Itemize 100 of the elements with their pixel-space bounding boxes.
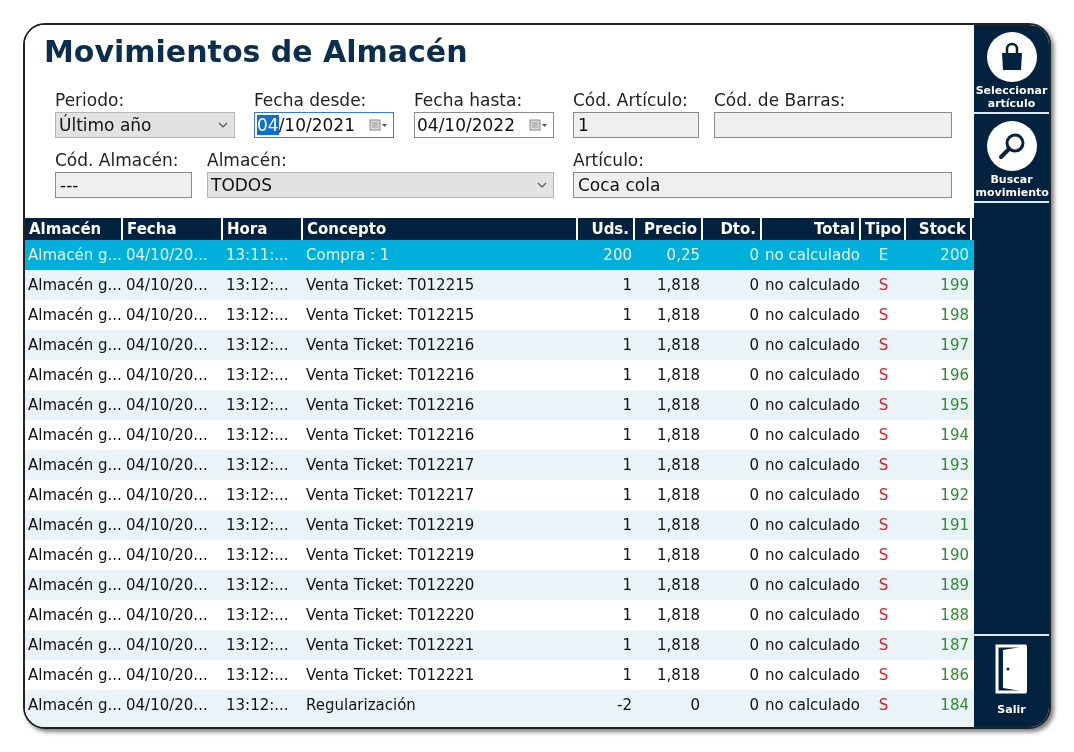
table-cell-text: 04/10/20... (125, 274, 209, 296)
table-cell-text: 188 (939, 604, 970, 626)
table-cell-text: 13:12:... (225, 634, 290, 656)
table-cell-text: 1 (621, 424, 633, 446)
table-cell-text: 1,818 (656, 574, 701, 596)
table-cell-text: 04/10/20... (125, 544, 209, 566)
table-cell-text: 13:12:... (225, 394, 290, 416)
table-row[interactable]: Almacén g... 04/10/20... 13:12:... Venta Ticket: T012215 1 1,818 0 no calculado S 198 (25, 300, 974, 330)
table-cell-text: no calculado (764, 574, 861, 596)
calendar-icon[interactable] (529, 119, 549, 131)
table-row[interactable]: Almacén g... 04/10/20... 13:12:... Venta Ticket: T012219 1 1,818 0 no calculado S 190 (25, 540, 974, 570)
table-cell-text: 1 (621, 454, 633, 476)
table-cell-text: 1,818 (656, 424, 701, 446)
table-cell-text: 0 (748, 364, 760, 386)
table-cell-text: 0 (748, 484, 760, 506)
table-cell-text: 200 (602, 244, 633, 266)
exit-button[interactable]: Salir (974, 634, 1049, 727)
table-cell-text: 13:12:... (225, 664, 290, 686)
table-cell-text: 13:12:... (225, 514, 290, 536)
input-field[interactable]: 1 (573, 112, 699, 138)
table-cell-text: 0 (748, 304, 760, 326)
table-cell-text: 13:12:... (225, 574, 290, 596)
field-label: Almacén: (207, 150, 288, 170)
dropdown[interactable]: TODOS (207, 172, 554, 198)
input-field[interactable]: Coca cola (573, 172, 952, 198)
table-cell-text: 1 (621, 634, 633, 656)
table-cell-text: 1,818 (656, 274, 701, 296)
field-label: Cód. Artículo: (573, 90, 689, 110)
table-cell-text: 13:12:... (225, 544, 290, 566)
table-cell-text: S (877, 394, 890, 416)
input-field[interactable] (714, 112, 952, 138)
table-cell-text: Venta Ticket: T012219 (305, 514, 476, 536)
table-cell-text: Venta Ticket: T012221 (305, 634, 476, 656)
table-cell-text: 0 (748, 334, 760, 356)
table-cell-text: S (877, 304, 890, 326)
table-cell-text: 04/10/20... (125, 304, 209, 326)
table-cell-text: Regularización (305, 694, 417, 716)
table-cell-text: 0 (748, 574, 760, 596)
table-cell-text: 1,818 (656, 664, 701, 686)
calendar-icon[interactable] (369, 119, 389, 131)
table-cell-text: 198 (939, 304, 970, 326)
table-cell-text: no calculado (764, 604, 861, 626)
table-cell-text: 0 (748, 544, 760, 566)
table-cell-text: Almacén g... (27, 544, 123, 566)
table-cell-text: S (877, 424, 890, 446)
table-row[interactable]: Almacén g... 04/10/20... 13:12:... Venta Ticket: T012217 1 1,818 0 no calculado S 192 (25, 480, 974, 510)
table-cell-text: no calculado (764, 484, 861, 506)
date-field[interactable]: 04/10/2021 (254, 112, 394, 138)
table-cell-text: Almacén g... (27, 514, 123, 536)
table-cell-text: 04/10/20... (125, 394, 209, 416)
table-cell-text: 1,818 (656, 334, 701, 356)
table-cell-text: no calculado (764, 544, 861, 566)
input-field[interactable]: --- (55, 172, 192, 198)
table-cell-text: Almacén g... (27, 484, 123, 506)
table-cell-text: E (877, 244, 890, 266)
table-cell-text: 0 (748, 454, 760, 476)
table-cell-text: Almacén g... (27, 424, 123, 446)
table-cell-text: 195 (939, 394, 970, 416)
table-cell-text: 13:12:... (225, 484, 290, 506)
table-cell-text: S (877, 574, 890, 596)
table-cell-text: 13:12:... (225, 304, 290, 326)
table-cell-text: S (877, 664, 890, 686)
field-label: Fecha hasta: (414, 90, 524, 110)
table-cell-text: Almacén g... (27, 574, 123, 596)
table-cell-text: 194 (939, 424, 970, 446)
date-field[interactable]: 04/10/2022 (414, 112, 554, 138)
table-cell-text: no calculado (764, 634, 861, 656)
table-cell-text: Almacén g... (27, 694, 123, 716)
table-cell-text: 04/10/20... (125, 484, 209, 506)
table-cell-text: Venta Ticket: T012220 (305, 574, 476, 596)
dropdown[interactable]: Último año (55, 112, 235, 138)
field-label: Cód. de Barras: (714, 90, 847, 110)
table-row[interactable]: Almacén g... 04/10/20... 13:12:... Venta Ticket: T012216 1 1,818 0 no calculado S 194 (25, 420, 974, 450)
table-cell-text: 04/10/20... (125, 244, 209, 266)
table-cell-text: Almacén g... (27, 364, 123, 386)
table-cell-text: no calculado (764, 394, 861, 416)
table-cell-text: S (877, 364, 890, 386)
table-cell-text: S (877, 634, 890, 656)
table-cell-text: 13:12:... (225, 424, 290, 446)
table-row[interactable]: Almacén g... 04/10/20... 13:12:... Venta Ticket: T012221 1 1,818 0 no calculado S 186 (25, 660, 974, 690)
table-cell-text: Venta Ticket: T012216 (305, 364, 476, 386)
table-cell-text: 13:12:... (225, 454, 290, 476)
field-label: Fecha desde: (254, 90, 368, 110)
table-cell-text: 13:12:... (225, 694, 290, 716)
table-cell-text: no calculado (764, 694, 861, 716)
sidebar-button[interactable]: Seleccionar artículo (974, 25, 1049, 114)
table-cell-text: Almacén g... (27, 274, 123, 296)
table-cell-text: 1,818 (656, 484, 701, 506)
table-cell-text: Venta Ticket: T012215 (305, 304, 476, 326)
table-cell-text: 1 (621, 574, 633, 596)
table-row[interactable]: Almacén g... 04/10/20... 13:12:... Venta Ticket: T012216 1 1,818 0 no calculado S 196 (25, 360, 974, 390)
table-cell-text: 1 (621, 604, 633, 626)
sidebar-button[interactable]: Buscar movimiento (974, 114, 1049, 203)
table-cell-text: -2 (616, 694, 633, 716)
table-cell-text: 191 (939, 514, 970, 536)
table-cell-text: 04/10/20... (125, 694, 209, 716)
field-label: Artículo: (573, 150, 645, 170)
table-row[interactable]: Almacén g... 04/10/20... 13:12:... Venta Ticket: T012220 1 1,818 0 no calculado S 188 (25, 600, 974, 630)
table-cell-text: Almacén g... (27, 244, 123, 266)
table-cell-text: no calculado (764, 304, 861, 326)
